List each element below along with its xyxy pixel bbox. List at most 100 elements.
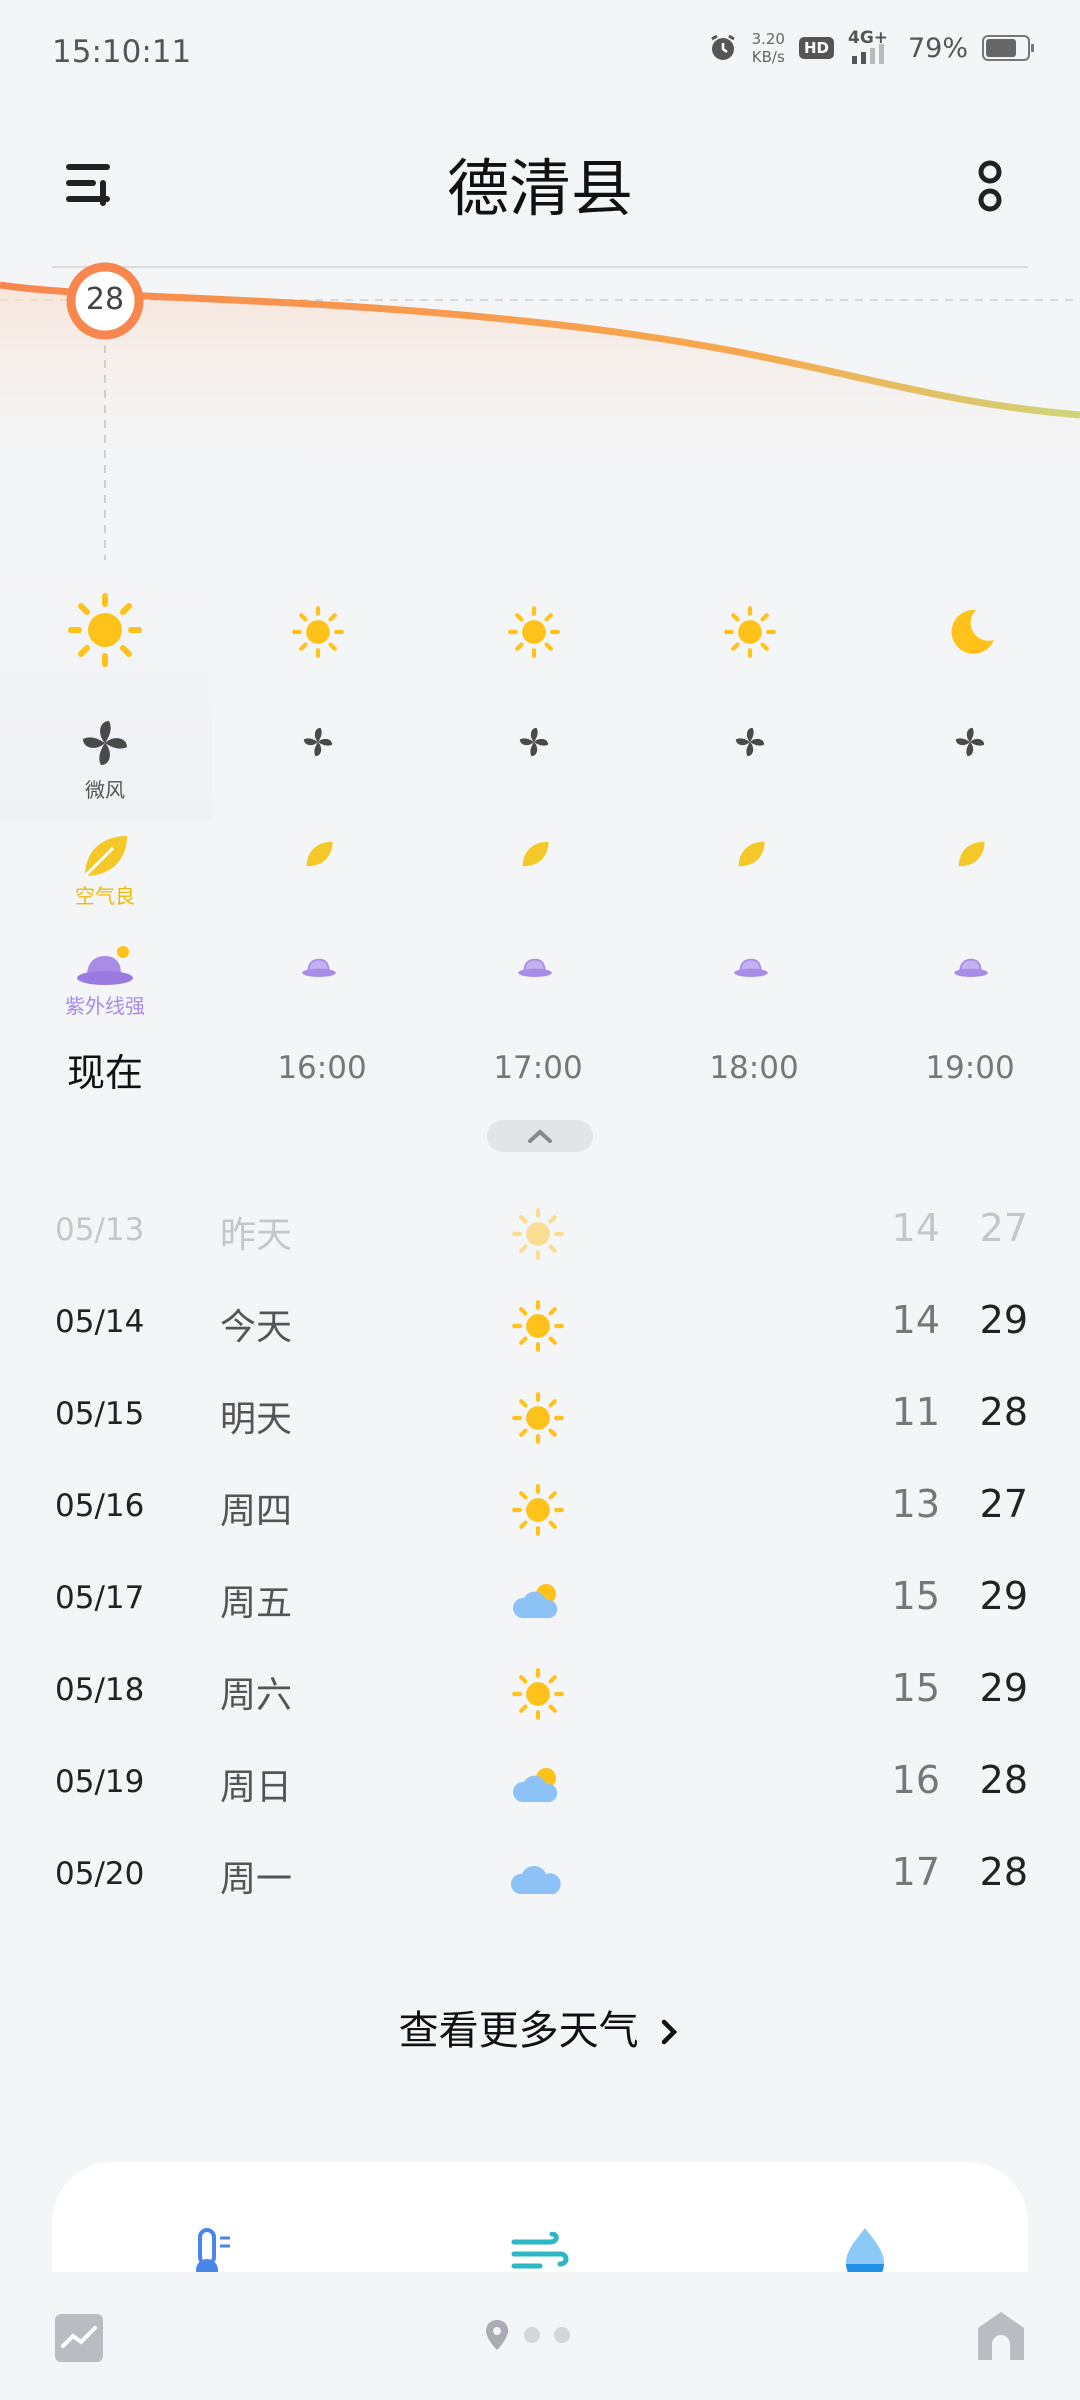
sun-hat-uv-icon — [302, 958, 336, 977]
home-button[interactable] — [976, 2310, 1026, 2362]
sun-icon — [510, 1298, 566, 1358]
daily-date: 05/20 — [55, 1856, 145, 1892]
daily-row[interactable]: 05/14 今天 14 29 — [0, 1278, 1080, 1370]
current-temp-label: 28 — [85, 282, 125, 317]
cloud-icon — [510, 1850, 566, 1910]
daily-high-temp: 29 — [979, 1574, 1028, 1618]
sun-hat-uv-icon — [77, 946, 133, 985]
temperature-curve-chart — [0, 262, 1080, 565]
daily-low-temp: 14 — [891, 1206, 940, 1250]
more-weather-link[interactable]: 查看更多天气 — [0, 1998, 1080, 2056]
daily-day-name: 今天 — [220, 1307, 293, 1348]
daily-low-temp: 15 — [891, 1574, 940, 1618]
daily-low-temp: 14 — [891, 1298, 940, 1342]
sun-icon — [508, 606, 560, 658]
sun-hat-uv-icon — [734, 958, 768, 977]
location-pin-icon — [486, 2320, 508, 2350]
moon-icon — [951, 609, 994, 654]
hour-label: 18:00 — [709, 1050, 799, 1086]
hourly-wind-row: 微风 — [15, 710, 1065, 802]
daily-day-name: 周四 — [220, 1491, 293, 1532]
sun-icon — [68, 593, 142, 667]
sun-icon — [292, 606, 344, 658]
fan-wind-icon — [735, 727, 765, 757]
sun-icon — [510, 1390, 566, 1450]
leaf-air-icon — [738, 841, 765, 867]
daily-day-name: 周五 — [220, 1583, 293, 1624]
leaf-air-icon — [83, 836, 127, 878]
daily-row[interactable]: 05/20 周一 17 28 — [0, 1830, 1080, 1922]
status-time: 15:10:11 — [52, 34, 192, 70]
home-icon — [978, 2312, 1024, 2360]
fan-wind-icon — [955, 727, 985, 757]
more-options-button[interactable] — [970, 152, 1010, 222]
daily-day-name: 明天 — [220, 1399, 293, 1440]
chevron-right-icon — [662, 2019, 678, 2045]
net-speed: 3.20 KB/s — [751, 30, 785, 66]
daily-high-temp: 29 — [979, 1666, 1028, 1710]
daily-high-temp: 27 — [979, 1206, 1028, 1250]
page-dot — [554, 2327, 570, 2343]
hour-label: 19:00 — [925, 1050, 1015, 1086]
daily-day-name: 周六 — [220, 1675, 293, 1716]
hourly-air-row: 空气良 — [15, 830, 1065, 920]
sun-icon — [510, 1206, 566, 1266]
hd-icon: HD — [798, 37, 834, 59]
daily-low-temp: 15 — [891, 1666, 940, 1710]
sun-icon — [510, 1666, 566, 1726]
fan-wind-icon — [519, 727, 549, 757]
daily-day-name: 周日 — [220, 1767, 293, 1808]
battery-percent: 79% — [907, 32, 968, 64]
thermometer-icon — [196, 2228, 230, 2272]
page-indicator — [484, 2318, 570, 2352]
more-weather-label: 查看更多天气 — [398, 2008, 639, 2054]
daily-row[interactable]: 05/16 周四 13 27 — [0, 1462, 1080, 1554]
daily-low-temp: 16 — [891, 1758, 940, 1802]
sun-icon — [510, 1482, 566, 1542]
daily-row[interactable]: 05/19 周日 16 28 — [0, 1738, 1080, 1830]
status-icons: 3.20 KB/s HD 4G+ 79% — [708, 28, 1034, 66]
leaf-air-icon — [958, 841, 985, 867]
hour-label-now: 现在 — [66, 1051, 143, 1095]
signal-icon: 4G+ — [848, 28, 894, 64]
daily-day-name: 昨天 — [220, 1215, 293, 1256]
humidity-drop-icon — [846, 2228, 884, 2272]
city-title: 德清县 — [446, 152, 633, 225]
battery-icon — [982, 35, 1034, 61]
daily-high-temp: 28 — [979, 1850, 1028, 1894]
daily-high-temp: 27 — [979, 1482, 1028, 1526]
daily-low-temp: 11 — [891, 1390, 940, 1434]
sun-icon — [724, 606, 776, 658]
daily-date: 05/14 — [55, 1304, 145, 1340]
detail-card — [52, 2162, 1028, 2272]
hourly-uv-row: 紫外线强 — [15, 940, 1065, 1030]
daily-row[interactable]: 05/15 明天 11 28 — [0, 1370, 1080, 1462]
partly-cloudy-icon — [510, 1574, 566, 1634]
daily-date: 05/16 — [55, 1488, 145, 1524]
daily-row[interactable]: 05/17 周五 15 29 — [0, 1554, 1080, 1646]
now-uv-caption: 紫外线强 — [65, 994, 145, 1018]
trend-chart-button[interactable] — [55, 2314, 103, 2362]
daily-high-temp: 28 — [979, 1390, 1028, 1434]
sun-hat-uv-icon — [518, 958, 552, 977]
daily-row[interactable]: 05/13 昨天 14 27 — [0, 1186, 1080, 1278]
hour-label: 16:00 — [277, 1050, 367, 1086]
hourly-weather-row — [15, 590, 1065, 680]
page-dot — [524, 2327, 540, 2343]
collapse-handle[interactable] — [487, 1120, 593, 1152]
daily-row[interactable]: 05/18 周六 15 29 — [0, 1646, 1080, 1738]
daily-high-temp: 28 — [979, 1758, 1028, 1802]
daily-day-name: 周一 — [220, 1859, 293, 1900]
sun-hat-uv-icon — [954, 958, 988, 977]
daily-high-temp: 29 — [979, 1298, 1028, 1342]
more-dots-icon — [978, 160, 1002, 212]
trend-icon — [61, 2326, 97, 2348]
daily-date: 05/17 — [55, 1580, 145, 1616]
partly-cloudy-icon — [510, 1758, 566, 1818]
daily-low-temp: 13 — [891, 1482, 940, 1526]
battery-fill — [986, 39, 1017, 57]
alarm-icon — [710, 34, 735, 60]
daily-date: 05/19 — [55, 1764, 145, 1800]
leaf-air-icon — [306, 841, 333, 867]
fan-wind-icon — [83, 721, 127, 765]
